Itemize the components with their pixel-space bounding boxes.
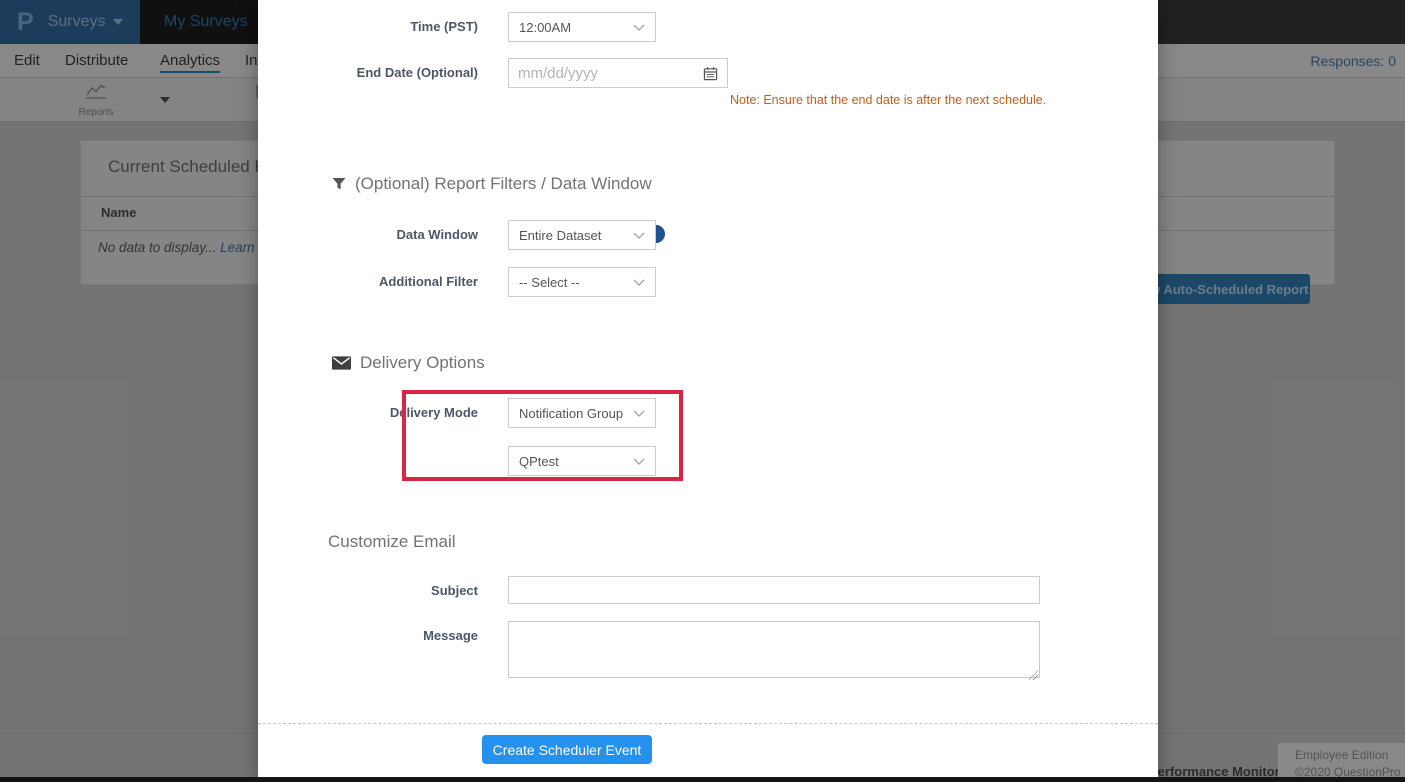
envelope-icon bbox=[332, 356, 351, 370]
modal-footer-divider bbox=[258, 723, 1158, 724]
delivery-section-title: Delivery Options bbox=[360, 353, 485, 373]
filters-section-title: (Optional) Report Filters / Data Window bbox=[355, 174, 652, 194]
message-field-wrap bbox=[508, 621, 1040, 683]
chevron-down-icon bbox=[633, 279, 645, 286]
delivery-mode-select[interactable]: Notification Group bbox=[508, 398, 656, 428]
additional-filter-row: Additional Filter -- Select -- bbox=[258, 267, 1158, 297]
message-row: Message bbox=[258, 621, 1158, 681]
message-textarea[interactable] bbox=[508, 621, 1040, 678]
subject-row: Subject bbox=[258, 576, 1158, 606]
time-select-value: 12:00AM bbox=[519, 20, 571, 35]
delivery-section-heading: Delivery Options bbox=[332, 353, 485, 373]
bottom-dark-strip bbox=[0, 777, 1405, 782]
email-section-heading: Customize Email bbox=[328, 532, 456, 552]
notification-group-select[interactable]: QPtest bbox=[508, 446, 656, 476]
chevron-down-icon bbox=[633, 232, 645, 239]
resize-handle[interactable] bbox=[1029, 671, 1038, 680]
end-date-note: Note: Ensure that the end date is after … bbox=[730, 93, 1046, 107]
create-scheduler-event-button[interactable]: Create Scheduler Event bbox=[482, 735, 652, 764]
end-date-input[interactable] bbox=[518, 65, 703, 82]
additional-filter-label: Additional Filter bbox=[258, 267, 493, 297]
subject-label: Subject bbox=[258, 576, 493, 606]
end-date-row: End Date (Optional) bbox=[258, 58, 1158, 88]
chevron-down-icon bbox=[633, 24, 645, 31]
email-section-title: Customize Email bbox=[328, 532, 456, 552]
delivery-mode-row: Delivery Mode Notification Group bbox=[258, 398, 1158, 428]
data-window-select[interactable]: Entire Dataset bbox=[508, 220, 656, 250]
message-label: Message bbox=[258, 621, 493, 651]
notification-group-select-value: QPtest bbox=[519, 454, 559, 469]
end-date-field bbox=[508, 58, 728, 88]
notification-group-row: QPtest bbox=[258, 446, 1158, 476]
additional-filter-select-value: -- Select -- bbox=[519, 275, 580, 290]
additional-filter-select[interactable]: -- Select -- bbox=[508, 267, 656, 297]
filters-section-heading: (Optional) Report Filters / Data Window bbox=[332, 174, 652, 194]
time-label: Time (PST) bbox=[258, 12, 493, 42]
delivery-mode-label: Delivery Mode bbox=[258, 398, 493, 428]
chevron-down-icon bbox=[633, 410, 645, 417]
subject-input[interactable] bbox=[508, 576, 1040, 604]
data-window-row: Data Window Entire Dataset bbox=[258, 220, 1158, 250]
calendar-icon[interactable] bbox=[703, 66, 718, 81]
delivery-mode-select-value: Notification Group bbox=[519, 406, 623, 421]
data-window-label: Data Window bbox=[258, 220, 493, 250]
filter-funnel-icon bbox=[332, 177, 346, 191]
chevron-down-icon bbox=[633, 458, 645, 465]
end-date-label: End Date (Optional) bbox=[258, 58, 493, 88]
time-select[interactable]: 12:00AM bbox=[508, 12, 656, 42]
scheduler-modal: Time (PST) 12:00AM End Date (Optional) N… bbox=[258, 0, 1158, 778]
data-window-select-value: Entire Dataset bbox=[519, 228, 601, 243]
time-row: Time (PST) 12:00AM bbox=[258, 12, 1158, 42]
